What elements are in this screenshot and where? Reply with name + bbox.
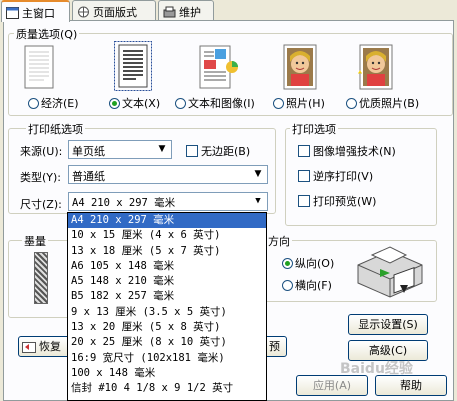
photo-label: 照片(H) bbox=[286, 97, 325, 110]
text-document-icon[interactable] bbox=[114, 41, 152, 91]
orientation-title: 方向 bbox=[266, 233, 292, 249]
advanced-label: 高级(C) bbox=[368, 344, 408, 357]
preview-label: 预 bbox=[269, 340, 280, 353]
print-preview-label: 打印预览(W) bbox=[313, 195, 377, 208]
print-preview-check[interactable] bbox=[298, 195, 310, 207]
portrait-label: 纵向(O) bbox=[295, 257, 335, 270]
print-options-title: 打印选项 bbox=[290, 121, 338, 137]
source-label: 来源(U): bbox=[20, 145, 63, 158]
size-option[interactable]: 20 x 25 厘米 (8 x 10 英寸) bbox=[68, 335, 266, 350]
reverse-order-label: 逆序打印(V) bbox=[313, 170, 374, 183]
help-button[interactable]: 帮助 bbox=[375, 375, 447, 396]
borderless-label: 无边距(B) bbox=[201, 145, 251, 158]
text-radio[interactable] bbox=[109, 98, 120, 109]
borderless-checkbox[interactable]: 无边距(B) bbox=[186, 143, 250, 159]
tab-page-layout[interactable]: 页面版式 bbox=[72, 0, 156, 20]
economy-document-icon bbox=[24, 45, 54, 89]
text-label: 文本(X) bbox=[122, 97, 161, 110]
photo-radio[interactable] bbox=[273, 98, 284, 109]
type-select[interactable]: 普通纸 ▼ bbox=[68, 165, 268, 184]
text-image-document-icon bbox=[199, 45, 239, 89]
page-layout-icon bbox=[77, 6, 90, 18]
size-option[interactable]: 10 x 15 厘米 (4 x 6 英寸) bbox=[68, 228, 266, 243]
size-select[interactable]: A4 210 x 297 毫米 ▼ bbox=[68, 192, 268, 211]
apply-button[interactable]: 应用(A) bbox=[296, 375, 368, 396]
restore-icon bbox=[22, 340, 36, 353]
type-label: 类型(Y): bbox=[20, 171, 62, 184]
best-photo-icon bbox=[356, 44, 394, 90]
tab-page-layout-label: 页面版式 bbox=[93, 6, 137, 19]
type-value: 普通纸 bbox=[72, 170, 105, 183]
maintenance-icon bbox=[163, 6, 176, 18]
quality-option-text-image[interactable]: 文本和图像(I) bbox=[175, 95, 255, 111]
help-label: 帮助 bbox=[400, 379, 422, 392]
tab-maintenance-label: 维护 bbox=[179, 6, 201, 19]
borderless-check[interactable] bbox=[186, 145, 198, 157]
size-option[interactable]: A4 210 x 297 毫米 bbox=[68, 213, 266, 229]
landscape-option[interactable]: 横向(F) bbox=[282, 277, 332, 293]
quality-option-text[interactable]: 文本(X) bbox=[109, 95, 160, 111]
paper-options-title: 打印纸选项 bbox=[26, 121, 85, 137]
best-photo-label: 优质照片(B) bbox=[359, 97, 420, 110]
main-window-icon bbox=[6, 7, 19, 19]
reverse-order-checkbox[interactable]: 逆序打印(V) bbox=[298, 168, 373, 184]
quality-options-title: 质量选项(Q) bbox=[14, 26, 80, 42]
landscape-label: 横向(F) bbox=[295, 279, 332, 292]
best-photo-radio[interactable] bbox=[346, 98, 357, 109]
quality-option-economy[interactable]: 经济(E) bbox=[28, 95, 79, 111]
size-option[interactable]: A6 105 x 148 毫米 bbox=[68, 259, 266, 274]
print-preview-checkbox[interactable]: 打印预览(W) bbox=[298, 193, 376, 209]
chevron-down-icon: ▼ bbox=[158, 144, 166, 154]
size-option[interactable]: 信封 #10 4 1/8 x 9 1/2 英寸 bbox=[68, 381, 266, 396]
tab-maintenance[interactable]: 维护 bbox=[158, 0, 214, 20]
ink-slider[interactable] bbox=[34, 252, 48, 304]
quality-option-photo[interactable]: 照片(H) bbox=[273, 95, 325, 111]
tab-main-window[interactable]: 主窗口 bbox=[1, 0, 70, 22]
economy-label: 经济(E) bbox=[41, 97, 79, 110]
display-settings-button[interactable]: 显示设置(S) bbox=[348, 314, 428, 335]
size-label: 尺寸(Z): bbox=[20, 198, 62, 211]
apply-label: 应用(A) bbox=[312, 379, 352, 392]
text-image-label: 文本和图像(I) bbox=[188, 97, 255, 110]
image-enhance-checkbox[interactable]: 图像增强技术(N) bbox=[298, 143, 396, 159]
text-image-radio[interactable] bbox=[175, 98, 186, 109]
quality-option-best-photo[interactable]: 优质照片(B) bbox=[346, 95, 419, 111]
size-option[interactable]: B5 182 x 257 毫米 bbox=[68, 289, 266, 304]
watermark-text: Baidu经验 bbox=[340, 361, 413, 377]
economy-radio[interactable] bbox=[28, 98, 39, 109]
photo-icon bbox=[283, 44, 317, 90]
image-enhance-label: 图像增强技术(N) bbox=[313, 145, 396, 158]
size-dropdown-list[interactable]: A4 210 x 297 毫米 10 x 15 厘米 (4 x 6 英寸) 13… bbox=[67, 212, 267, 401]
display-settings-label: 显示设置(S) bbox=[358, 318, 418, 331]
source-select[interactable]: 单页纸 ▼ bbox=[68, 140, 172, 159]
landscape-radio[interactable] bbox=[282, 280, 293, 291]
restore-label: 恢复 bbox=[39, 340, 61, 353]
size-value: A4 210 x 297 毫米 bbox=[72, 197, 176, 209]
size-option[interactable]: 13 x 18 厘米 (5 x 7 英寸) bbox=[68, 244, 266, 259]
size-option[interactable]: 9 x 13 厘米 (3.5 x 5 英寸) bbox=[68, 305, 266, 320]
ink-title: 墨量 bbox=[22, 233, 48, 249]
tab-main-window-label: 主窗口 bbox=[22, 7, 55, 20]
portrait-option[interactable]: 纵向(O) bbox=[282, 255, 334, 271]
image-enhance-check[interactable] bbox=[298, 145, 310, 157]
size-option[interactable]: 100 x 148 毫米 bbox=[68, 366, 266, 381]
source-value: 单页纸 bbox=[72, 145, 105, 158]
reverse-order-check[interactable] bbox=[298, 170, 310, 182]
size-option[interactable]: A5 148 x 210 毫米 bbox=[68, 274, 266, 289]
chevron-down-icon: ▼ bbox=[254, 169, 262, 179]
printer-icon bbox=[350, 243, 430, 299]
chevron-down-icon: ▼ bbox=[255, 196, 261, 206]
baidu-watermark: Baidu经验 bbox=[340, 358, 413, 378]
size-option[interactable]: 16:9 宽尺寸 (102x181 毫米) bbox=[68, 351, 266, 366]
portrait-radio[interactable] bbox=[282, 258, 293, 269]
size-option[interactable]: 13 x 20 厘米 (5 x 8 英寸) bbox=[68, 320, 266, 335]
